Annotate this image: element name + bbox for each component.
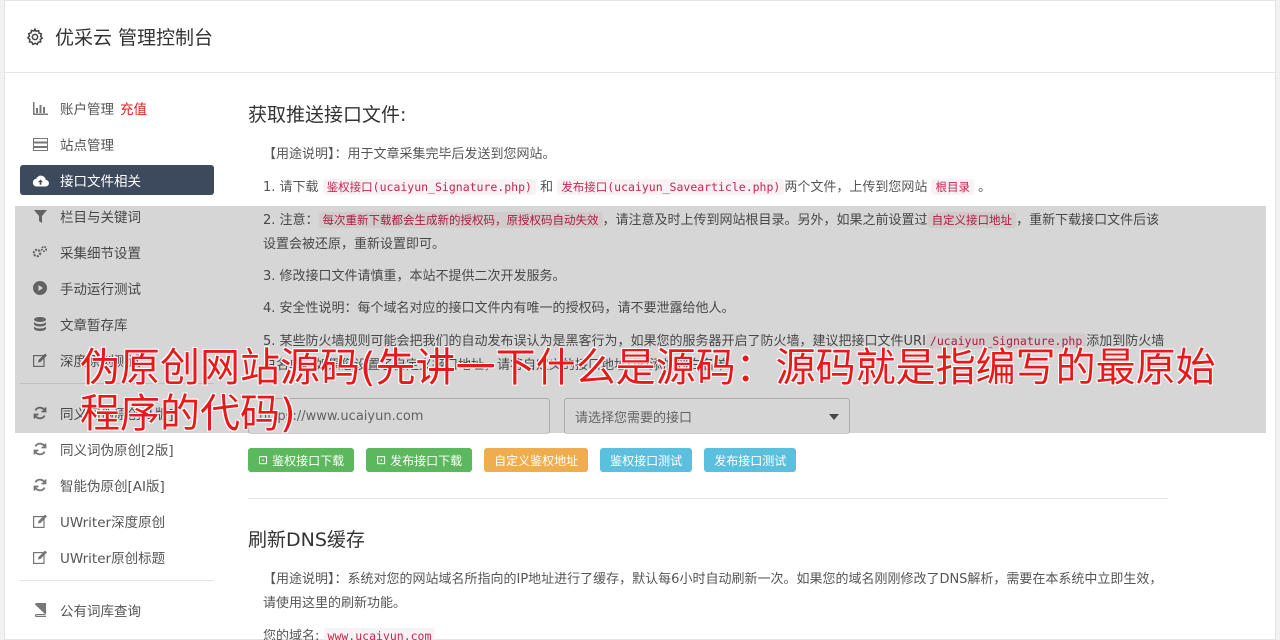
savearticle-file-code: 发布接口(ucaiyun_Savearticle.php) — [557, 179, 785, 195]
sidebar-item-label: 采集细节设置 — [60, 246, 141, 262]
custom-auth-url-button[interactable]: 自定义鉴权地址 — [484, 448, 589, 472]
sidebar-item-uwriter-deep[interactable]: UWriter深度原创 — [20, 506, 214, 536]
step-3: 3. 修改接口文件请慎重，本站不提供二次开发服务。 — [263, 269, 566, 284]
gear-icon — [26, 27, 44, 45]
sidebar-item-ai-rewrite[interactable]: 智能伪原创[AI版] — [20, 470, 214, 500]
section-title-interface-files: 获取推送接口文件: — [248, 104, 407, 126]
edit-icon — [31, 514, 49, 528]
interface-buttons: ⊡ 鉴权接口下载 ⊡ 发布接口下载 自定义鉴权地址 鉴权接口测试 发布接口测试 — [248, 448, 1168, 472]
server-icon — [31, 137, 49, 151]
overlay-banner-text: 伪原创网站源码(先讲一下什么是源码：源码就是指编写的最原始程序的代码) — [80, 345, 1216, 437]
domain-row: 您的域名: www.ucaiyun.com — [248, 624, 1168, 640]
step-text: 1. 请下载 — [263, 180, 319, 195]
step-text: 和 — [540, 180, 554, 195]
step-2: 2. 注意： 每次重新下载都会生成新的授权码，原授权码自动失效 ，请注意及时上传到网… — [248, 208, 1168, 257]
cogs-icon — [31, 245, 49, 259]
sidebar-item-label: 公有词库查询 — [60, 604, 141, 620]
step-text: 。 — [978, 180, 992, 195]
edit-icon — [31, 353, 49, 367]
domain-label: 您的域名: — [263, 629, 320, 640]
cloud-upload-icon — [31, 174, 49, 187]
sidebar-item-sites[interactable]: 站点管理 — [20, 129, 214, 159]
savearticle-download-button[interactable]: ⊡ 发布接口下载 — [366, 448, 473, 472]
sidebar-item-label: 文章暂存库 — [60, 318, 128, 334]
download-icon: ⊡ — [258, 453, 269, 467]
sidebar-item-label: UWriter原创标题 — [60, 551, 166, 567]
sidebar-item-interface-files[interactable]: 接口文件相关 — [20, 165, 214, 195]
refresh-icon — [31, 478, 49, 492]
sidebar-item-label: 智能伪原创[AI版] — [60, 479, 165, 495]
sidebar-item-label: 同义词伪原创[2版] — [60, 443, 174, 459]
sidebar-item-manual-run[interactable]: 手动运行测试 — [20, 273, 214, 303]
top-bar: 优采云 管理控制台 — [5, 1, 1275, 73]
sidebar-item-label: 手动运行测试 — [60, 282, 141, 298]
usage-note: 【用途说明】：用于文章采集完毕后发送到您网站。 — [263, 147, 556, 162]
button-label: 发布接口下载 — [390, 453, 463, 468]
step-text: ，请注意及时上传到网站根目录。另外，如果之前设置过 — [602, 213, 928, 228]
domain-value: www.ucaiyun.com — [323, 628, 436, 640]
step-1: 1. 请下载 鉴权接口(ucaiyun_Signature.php) 和 发布接… — [248, 175, 1168, 200]
sidebar-item-account[interactable]: 账户管理 充值 — [20, 93, 214, 123]
button-label: 鉴权接口下载 — [272, 453, 345, 468]
filter-icon — [31, 209, 49, 223]
sidebar-item-label: 接口文件相关 — [60, 174, 141, 190]
sidebar-item-article-storage[interactable]: 文章暂存库 — [20, 309, 214, 339]
sidebar-item-label: 栏目与关键词 — [60, 210, 141, 226]
sidebar-item-public-lexicon[interactable]: 公有词库查询 — [20, 595, 214, 625]
sidebar-item-categories-keywords[interactable]: 栏目与关键词 — [20, 201, 214, 231]
refresh-icon — [31, 442, 49, 456]
section-title-dns: 刷新DNS缓存 — [248, 529, 365, 551]
button-label: 鉴权接口测试 — [610, 453, 683, 468]
refresh-icon — [31, 406, 49, 420]
app-title: 优采云 管理控制台 — [55, 27, 214, 49]
root-dir-code: 根目录 — [931, 179, 974, 195]
sidebar-item-label: 站点管理 — [60, 138, 114, 154]
step-text: 两个文件，上传到您网站 — [784, 180, 928, 195]
bar-chart-icon — [31, 101, 49, 115]
signature-test-button[interactable]: 鉴权接口测试 — [600, 448, 693, 472]
step-4: 4. 安全性说明：每个域名对应的接口文件内有唯一的授权码，请不要泄露给他人。 — [263, 301, 735, 316]
sidebar-item-label: 账户管理 — [60, 102, 114, 118]
auth-warning-code: 每次重新下载都会生成新的授权码，原授权码自动失效 — [318, 212, 603, 228]
book-icon — [31, 603, 49, 617]
download-icon: ⊡ — [376, 453, 387, 467]
savearticle-test-button[interactable]: 发布接口测试 — [704, 448, 797, 472]
sidebar-item-label: UWriter深度原创 — [60, 515, 166, 531]
sidebar-divider — [20, 580, 214, 581]
dns-usage-note: 【用途说明】：系统对您的网站域名所指向的IP地址进行了缓存，默认每6小时自动刷新… — [263, 572, 1163, 611]
button-label: 发布接口测试 — [714, 453, 787, 468]
custom-endpoint-code: 自定义接口地址 — [927, 212, 1017, 228]
signature-download-button[interactable]: ⊡ 鉴权接口下载 — [248, 448, 355, 472]
button-label: 自定义鉴权地址 — [494, 453, 579, 468]
sidebar-item-synonym-v2[interactable]: 同义词伪原创[2版] — [20, 434, 214, 464]
sidebar-item-collect-settings[interactable]: 采集细节设置 — [20, 237, 214, 267]
database-icon — [31, 317, 49, 331]
play-circle-icon — [31, 281, 49, 295]
signature-file-code: 鉴权接口(ucaiyun_Signature.php) — [322, 179, 536, 195]
recharge-link[interactable]: 充值 — [120, 98, 147, 118]
edit-icon — [31, 550, 49, 564]
sidebar-item-uwriter-title[interactable]: UWriter原创标题 — [20, 542, 214, 572]
section-divider — [248, 498, 1168, 499]
step-text: 2. 注意： — [263, 213, 319, 228]
